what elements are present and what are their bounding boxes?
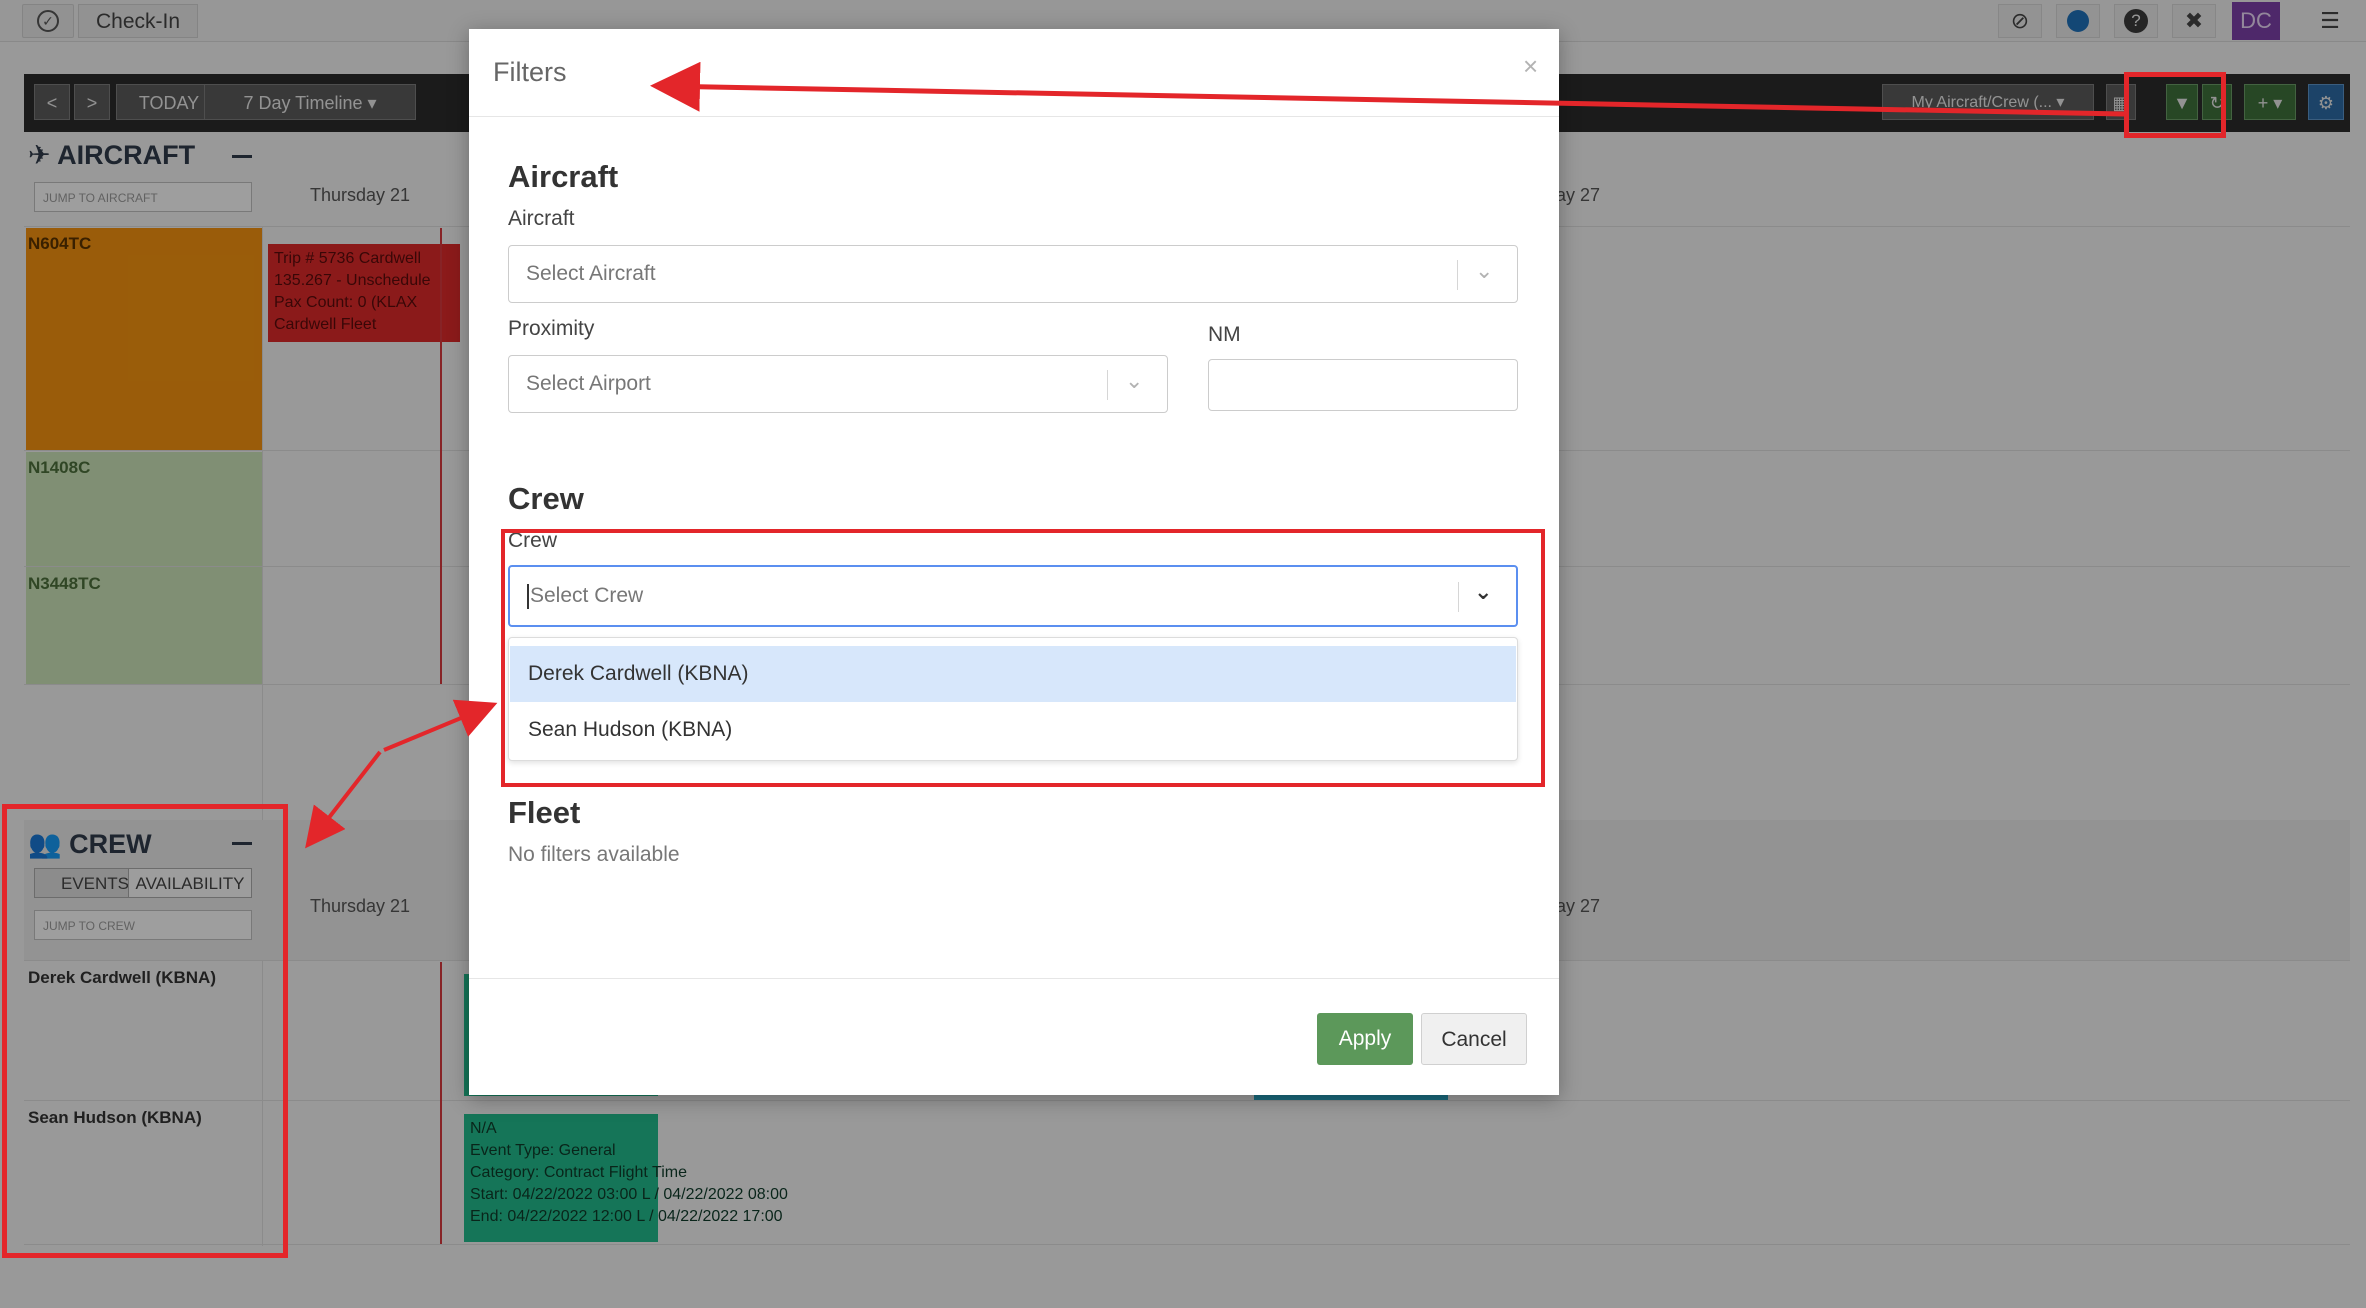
chevron-down-icon[interactable]: ⌄ [1125, 368, 1143, 394]
modal-title: Filters [493, 57, 567, 87]
filters-modal: Filters × Aircraft Aircraft Select Aircr… [469, 29, 1559, 1095]
aircraft-placeholder: Select Aircraft [526, 262, 656, 285]
close-icon[interactable]: × [1523, 51, 1538, 82]
modal-header: Filters × [469, 29, 1559, 117]
select-separator [1107, 370, 1108, 400]
annotation-box-crew [2, 804, 288, 1258]
aircraft-label: Aircraft [508, 207, 575, 230]
cancel-button[interactable]: Cancel [1421, 1013, 1527, 1065]
proximity-placeholder: Select Airport [526, 372, 651, 395]
aircraft-heading: Aircraft [508, 159, 619, 194]
annotation-box-filter [2124, 72, 2226, 138]
proximity-label: Proximity [508, 317, 595, 340]
crew-heading: Crew [508, 481, 584, 516]
aircraft-select[interactable]: Select Aircraft ⌄ [508, 245, 1518, 303]
chevron-down-icon[interactable]: ⌄ [1475, 258, 1493, 284]
nm-label: NM [1208, 323, 1241, 346]
modal-footer-divider [469, 978, 1559, 979]
fleet-empty-text: No filters available [508, 843, 680, 866]
select-separator [1457, 260, 1458, 290]
nm-input[interactable] [1208, 359, 1518, 411]
apply-button[interactable]: Apply [1317, 1013, 1413, 1065]
fleet-heading: Fleet [508, 795, 581, 830]
proximity-select[interactable]: Select Airport ⌄ [508, 355, 1168, 413]
annotation-box-crew-select [501, 529, 1545, 787]
